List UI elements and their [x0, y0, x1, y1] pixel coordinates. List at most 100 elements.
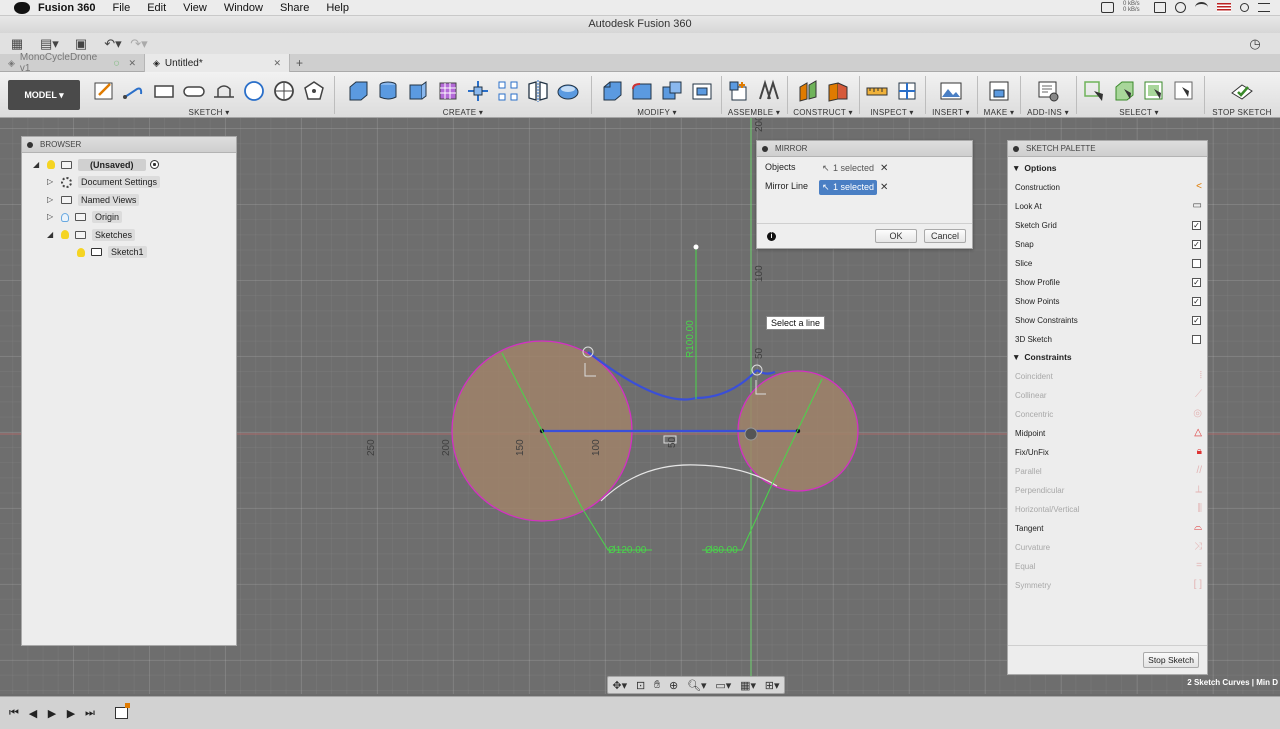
- info-icon[interactable]: i: [767, 232, 776, 241]
- option-slice[interactable]: Slice: [1015, 255, 1205, 271]
- dropbox-icon[interactable]: [1154, 1, 1166, 13]
- clear-mirror-line-icon[interactable]: ✕: [880, 182, 888, 193]
- loft-icon[interactable]: [436, 79, 460, 103]
- modify-group-label[interactable]: MODIFY ▾: [594, 108, 720, 117]
- save-icon[interactable]: ▣: [72, 36, 90, 52]
- play-icon[interactable]: ▶︎: [46, 707, 58, 720]
- make-group-label[interactable]: MAKE ▾: [980, 108, 1018, 117]
- collapse-icon[interactable]: [27, 141, 33, 148]
- tab-monocycledrone[interactable]: ◈ MonoCycleDrone v1 ◌ ✕: [0, 52, 145, 74]
- assemble-group-label[interactable]: ASSEMBLE ▾: [724, 108, 784, 117]
- constraint-tangent[interactable]: Tangent ⌓: [1015, 520, 1205, 536]
- shell-icon[interactable]: [660, 79, 684, 103]
- stop-sketch-icon[interactable]: [1230, 79, 1254, 103]
- data-panel-grid-icon[interactable]: ▦: [8, 36, 26, 52]
- lightbulb-icon[interactable]: [77, 247, 85, 257]
- job-status-icon[interactable]: ◷: [1246, 36, 1264, 52]
- tree-document-settings[interactable]: ▷ Document Settings: [22, 174, 236, 192]
- concentric-icon[interactable]: ◎: [1193, 409, 1202, 419]
- constraint-collinear[interactable]: Collinear ⟋: [1015, 387, 1205, 403]
- mirror-line-selection[interactable]: ↖ 1 selected: [819, 180, 878, 195]
- 3d-print-icon[interactable]: [987, 79, 1011, 103]
- constraint-perpendicular[interactable]: Perpendicular ⟂: [1015, 482, 1205, 498]
- joint-icon[interactable]: [757, 79, 781, 103]
- circle-center-icon[interactable]: [272, 79, 296, 103]
- option-3d-sketch[interactable]: 3D Sketch: [1015, 331, 1205, 347]
- construct-group-label[interactable]: CONSTRUCT ▾: [790, 108, 856, 117]
- collapse-icon[interactable]: [762, 145, 768, 152]
- constraint-concentric[interactable]: Concentric ◎: [1015, 406, 1205, 422]
- expanded-triangle-icon[interactable]: ◢: [47, 230, 55, 239]
- polygon-icon[interactable]: [302, 79, 326, 103]
- tangent-icon[interactable]: ⌓: [1194, 523, 1202, 533]
- redo-icon[interactable]: ↷▾: [130, 36, 148, 52]
- tree-origin[interactable]: ▷ Origin: [22, 209, 236, 227]
- horizontal-vertical-icon[interactable]: ⫼: [1197, 504, 1202, 514]
- collinear-icon[interactable]: ⟋: [1195, 390, 1202, 400]
- look-at-icon[interactable]: ▭: [1193, 201, 1202, 211]
- option-snap[interactable]: Snap ✓: [1015, 236, 1205, 252]
- wifi-icon[interactable]: [1195, 1, 1208, 13]
- go-to-end-icon[interactable]: ⏭︎: [84, 707, 96, 720]
- constraint-curvature[interactable]: Curvature ⤨: [1015, 539, 1205, 555]
- pattern-icon[interactable]: [496, 79, 520, 103]
- list-icon[interactable]: [1258, 2, 1270, 12]
- equal-icon[interactable]: =: [1196, 561, 1202, 571]
- collapsed-triangle-icon[interactable]: ▷: [47, 213, 55, 221]
- add-ins-group-label[interactable]: ADD-INS ▾: [1022, 108, 1074, 117]
- slot-icon[interactable]: [182, 79, 206, 103]
- lightbulb-icon[interactable]: [47, 160, 55, 170]
- option-show-constraints[interactable]: Show Constraints ✓: [1015, 312, 1205, 328]
- inspect-group-label[interactable]: INSPECT ▾: [862, 108, 922, 117]
- app-menu[interactable]: Fusion 360: [38, 2, 95, 14]
- menu-file[interactable]: File: [112, 2, 130, 14]
- show-points-checkbox[interactable]: ✓: [1192, 296, 1201, 306]
- stop-sketch-button[interactable]: Stop Sketch: [1143, 652, 1199, 668]
- zoom-icon[interactable]: ⊕: [669, 679, 678, 692]
- parallel-icon[interactable]: //: [1196, 466, 1202, 476]
- constraint-midpoint[interactable]: Midpoint △: [1015, 425, 1205, 441]
- form-icon[interactable]: [556, 79, 580, 103]
- constraint-parallel[interactable]: Parallel //: [1015, 463, 1205, 479]
- press-pull-icon[interactable]: [600, 79, 624, 103]
- option-show-profile[interactable]: Show Profile ✓: [1015, 274, 1205, 290]
- activate-radio-icon[interactable]: [149, 160, 159, 170]
- freeform-select-icon[interactable]: [1142, 79, 1166, 103]
- ok-button[interactable]: OK: [875, 229, 917, 243]
- tree-root[interactable]: ◢ (Unsaved): [22, 156, 236, 174]
- step-back-icon[interactable]: ◀︎: [27, 707, 39, 720]
- display-settings-icon[interactable]: ▭▾: [715, 679, 731, 692]
- slice-checkbox[interactable]: [1192, 258, 1201, 268]
- grid-settings-icon[interactable]: ▦▾: [740, 679, 756, 692]
- coincident-icon[interactable]: ⦙: [1200, 371, 1202, 381]
- tree-named-views[interactable]: ▷ Named Views: [22, 191, 236, 209]
- extrude-icon[interactable]: [346, 79, 370, 103]
- viewports-icon[interactable]: ⊞▾: [765, 679, 780, 692]
- pan-hand-icon[interactable]: ✋︎: [654, 679, 660, 692]
- cancel-button[interactable]: Cancel: [924, 229, 966, 243]
- menu-edit[interactable]: Edit: [147, 2, 166, 14]
- sweep-icon[interactable]: [406, 79, 430, 103]
- fillet-icon[interactable]: [630, 79, 654, 103]
- measure-icon[interactable]: [865, 79, 889, 103]
- constraint-fix-unfix[interactable]: Fix/UnFix 🔒︎: [1015, 444, 1205, 460]
- show-profile-checkbox[interactable]: ✓: [1192, 277, 1201, 287]
- midpoint-icon[interactable]: △: [1194, 428, 1202, 438]
- palette-header[interactable]: SKETCH PALETTE: [1008, 141, 1207, 157]
- look-at-icon[interactable]: ⊡: [636, 679, 645, 692]
- circle-icon[interactable]: [242, 79, 266, 103]
- mirror-dialog-header[interactable]: MIRROR: [757, 141, 972, 157]
- paint-select-icon[interactable]: [1172, 79, 1196, 103]
- menu-share[interactable]: Share: [280, 2, 309, 14]
- show-constraints-checkbox[interactable]: ✓: [1192, 315, 1201, 325]
- lightbulb-icon[interactable]: [61, 230, 69, 240]
- objects-selection[interactable]: ↖ 1 selected: [819, 161, 877, 176]
- symmetry-icon[interactable]: [ ]: [1194, 580, 1202, 590]
- options-section[interactable]: ▼ Options: [1012, 160, 1202, 176]
- constraint-coincident[interactable]: Coincident ⦙: [1015, 368, 1205, 384]
- time-machine-icon[interactable]: [1175, 1, 1186, 13]
- tree-sketch1[interactable]: Sketch1: [22, 244, 236, 262]
- orbit-icon[interactable]: ✥▾: [612, 679, 627, 692]
- menu-window[interactable]: Window: [224, 2, 263, 14]
- dim-dia-large[interactable]: Ø120.00: [608, 545, 647, 556]
